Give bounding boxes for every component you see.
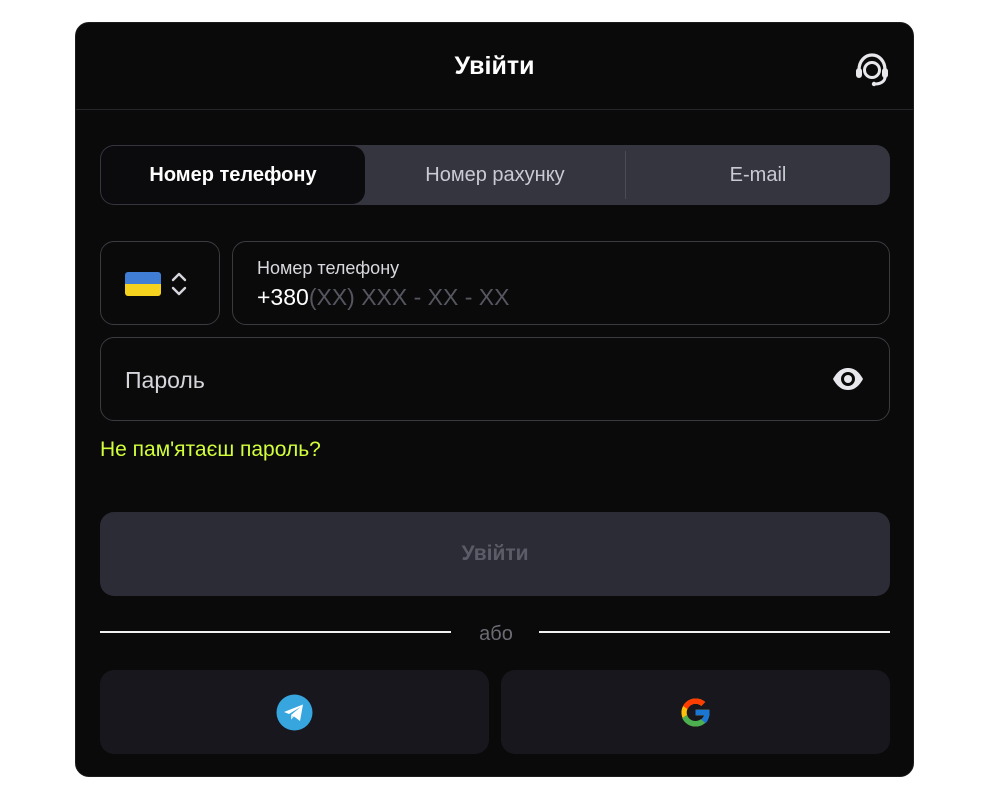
login-button[interactable]: Увійти (100, 512, 890, 596)
modal-title: Увійти (454, 52, 535, 80)
headset-icon[interactable] (853, 50, 891, 88)
country-code-selector[interactable] (100, 241, 220, 325)
phone-placeholder: (XX) XXX - XX - XX (308, 284, 510, 310)
telegram-icon (276, 694, 313, 731)
password-placeholder: Пароль (125, 367, 205, 393)
phone-field-label: Номер телефону (257, 258, 400, 278)
tab-phone-number[interactable]: Номер телефону (101, 146, 365, 204)
modal-header: Увійти (76, 23, 913, 110)
chevron-up-down-icon (171, 270, 187, 298)
google-icon (677, 694, 714, 731)
ukraine-flag-icon (125, 272, 161, 296)
login-modal: Увійти Номер телефону Номер рахунку E-ma… (75, 22, 914, 777)
google-login-button[interactable] (501, 670, 890, 754)
phone-prefix: +380 (257, 284, 309, 310)
login-method-tabs: Номер телефону Номер рахунку E-mail (100, 145, 890, 205)
divider-text: або (479, 623, 513, 645)
phone-number-field[interactable]: Номер телефону +380(XX) XXX - XX - XX (232, 241, 890, 325)
phone-input[interactable]: +380(XX) XXX - XX - XX (257, 284, 509, 311)
eye-icon[interactable] (831, 364, 865, 394)
forgot-password-link[interactable]: Не пам'ятаєш пароль? (100, 438, 321, 462)
password-field[interactable]: Пароль (100, 337, 890, 421)
divider-line-left (100, 631, 451, 633)
divider-line-right (539, 631, 890, 633)
tab-account-number[interactable]: Номер рахунку (364, 145, 626, 205)
tab-email[interactable]: E-mail (626, 145, 890, 205)
telegram-login-button[interactable] (100, 670, 489, 754)
